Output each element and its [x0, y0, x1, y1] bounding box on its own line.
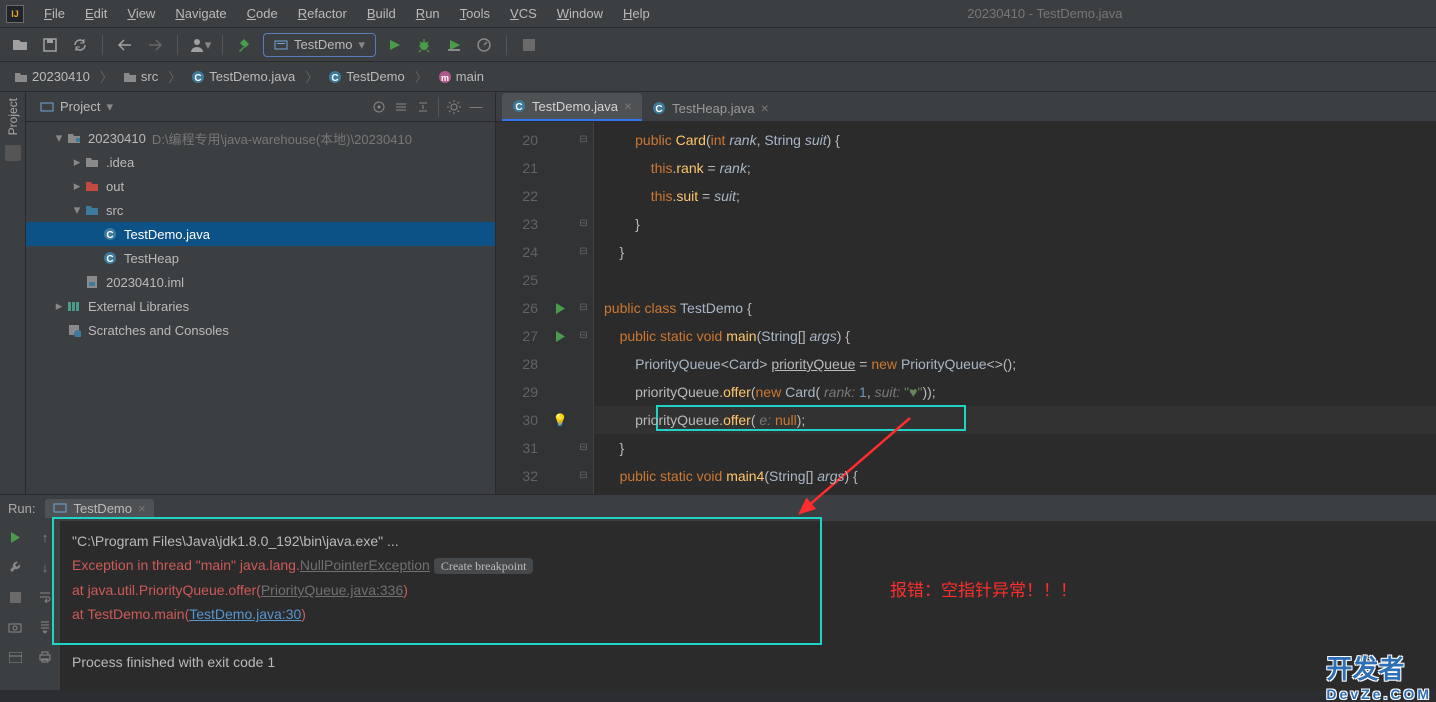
- svg-text:C: C: [106, 254, 113, 265]
- run-config-label: TestDemo: [294, 37, 353, 52]
- camera-icon[interactable]: [5, 617, 25, 637]
- menu-build[interactable]: Build: [357, 2, 406, 25]
- crumb-src[interactable]: src: [117, 67, 164, 86]
- crumb-TestDemo[interactable]: CTestDemo: [322, 67, 411, 86]
- crumb-20230410[interactable]: 20230410: [8, 67, 96, 86]
- project-view-selector[interactable]: Project ▾: [34, 97, 119, 117]
- tree-item-.idea[interactable]: ▸.idea: [26, 150, 495, 174]
- editor-area: CTestDemo.java×CTestHeap.java× 202122232…: [496, 92, 1436, 494]
- back-icon[interactable]: [113, 33, 137, 57]
- open-icon[interactable]: [8, 33, 32, 57]
- menu-file[interactable]: File: [34, 2, 75, 25]
- run-tab[interactable]: TestDemo ×: [45, 499, 153, 518]
- project-panel: Project ▾ — ▾20230410D:\编程专用\java-wareho…: [26, 92, 496, 494]
- code-content[interactable]: public Card(int rank, String suit) { thi…: [594, 122, 1436, 494]
- tree-item-TestDemo.java[interactable]: CTestDemo.java: [26, 222, 495, 246]
- tree-item-src[interactable]: ▾src: [26, 198, 495, 222]
- editor-tab-TestHeap.java[interactable]: CTestHeap.java×: [642, 95, 779, 121]
- svg-text:C: C: [332, 73, 339, 84]
- hide-icon[interactable]: —: [465, 96, 487, 118]
- breadcrumb: 20230410〉src〉CTestDemo.java〉CTestDemo〉mm…: [0, 62, 1436, 92]
- fold-column[interactable]: ⊟⊟⊟⊟⊟⊟⊟: [574, 122, 594, 494]
- window-title: 20230410 - TestDemo.java: [660, 6, 1430, 21]
- editor-tab-TestDemo.java[interactable]: CTestDemo.java×: [502, 93, 642, 121]
- crumb-TestDemo.java[interactable]: CTestDemo.java: [185, 67, 301, 86]
- collapse-all-icon[interactable]: [412, 96, 434, 118]
- editor-tabs: CTestDemo.java×CTestHeap.java×: [496, 92, 1436, 122]
- svg-text:C: C: [106, 230, 113, 241]
- tree-item-External Libraries[interactable]: ▸External Libraries: [26, 294, 495, 318]
- tree-item-TestHeap[interactable]: CTestHeap: [26, 246, 495, 270]
- menu-window[interactable]: Window: [547, 2, 613, 25]
- menu-help[interactable]: Help: [613, 2, 660, 25]
- bookmarks-tool-button[interactable]: [5, 145, 21, 161]
- coverage-icon[interactable]: [442, 33, 466, 57]
- project-tree[interactable]: ▾20230410D:\编程专用\java-warehouse(本地)\2023…: [26, 122, 495, 346]
- stop-run-icon[interactable]: [5, 587, 25, 607]
- run-label: Run:: [8, 501, 35, 516]
- svg-text:m: m: [441, 73, 449, 83]
- menu-code[interactable]: Code: [237, 2, 288, 25]
- svg-text:C: C: [656, 104, 663, 115]
- watermark: 开发者 DevZe.COM: [1326, 649, 1432, 702]
- menu-vcs[interactable]: VCS: [500, 2, 547, 25]
- user-icon[interactable]: ▾: [188, 33, 212, 57]
- layout-icon[interactable]: [5, 647, 25, 667]
- tree-item-20230410.iml[interactable]: 20230410.iml: [26, 270, 495, 294]
- run-icon[interactable]: [382, 33, 406, 57]
- stop-icon[interactable]: [517, 33, 541, 57]
- menu-edit[interactable]: Edit: [75, 2, 117, 25]
- profile-icon[interactable]: [472, 33, 496, 57]
- menu-tools[interactable]: Tools: [450, 2, 500, 25]
- print-icon[interactable]: [35, 647, 55, 667]
- gear-icon[interactable]: [443, 96, 465, 118]
- annotation-text: 报错：空指针异常！！！: [890, 576, 1077, 601]
- close-icon[interactable]: ×: [761, 100, 769, 116]
- console-output[interactable]: "C:\Program Files\Java\jdk1.8.0_192\bin\…: [60, 521, 1436, 690]
- left-tool-rail: Project: [0, 92, 26, 494]
- run-configuration-selector[interactable]: TestDemo ▾: [263, 33, 376, 57]
- sync-icon[interactable]: [68, 33, 92, 57]
- menu-navigate[interactable]: Navigate: [165, 2, 236, 25]
- svg-text:C: C: [195, 73, 202, 84]
- debug-icon[interactable]: [412, 33, 436, 57]
- save-icon[interactable]: [38, 33, 62, 57]
- close-icon[interactable]: ×: [624, 98, 632, 114]
- tree-item-out[interactable]: ▸out: [26, 174, 495, 198]
- code-editor[interactable]: 20212223242526272829303132 💡 ⊟⊟⊟⊟⊟⊟⊟ pub…: [496, 122, 1436, 494]
- app-icon: IJ: [6, 5, 24, 23]
- rerun-icon[interactable]: [5, 527, 25, 547]
- menu-bar: IJ FileEditViewNavigateCodeRefactorBuild…: [0, 0, 1436, 28]
- select-opened-file-icon[interactable]: [368, 96, 390, 118]
- tree-item-20230410[interactable]: ▾20230410D:\编程专用\java-warehouse(本地)\2023…: [26, 126, 495, 150]
- run-actions-primary: [0, 521, 30, 690]
- forward-icon[interactable]: [143, 33, 167, 57]
- gutter-icons[interactable]: 💡: [546, 122, 574, 494]
- project-tool-button[interactable]: Project: [6, 98, 20, 135]
- run-tool-window: Run: TestDemo × ↑ ↓ "C:\Program Files\Ja…: [0, 494, 1436, 690]
- menu-run[interactable]: Run: [406, 2, 450, 25]
- crumb-main[interactable]: mmain: [432, 67, 490, 86]
- expand-all-icon[interactable]: [390, 96, 412, 118]
- menu-refactor[interactable]: Refactor: [288, 2, 357, 25]
- hammer-icon[interactable]: [233, 33, 257, 57]
- menu-view[interactable]: View: [117, 2, 165, 25]
- line-number-gutter[interactable]: 20212223242526272829303132: [496, 122, 546, 494]
- tree-item-Scratches and Consoles[interactable]: Scratches and Consoles: [26, 318, 495, 342]
- svg-text:C: C: [515, 102, 522, 113]
- wrench-icon[interactable]: [5, 557, 25, 577]
- main-toolbar: ▾ TestDemo ▾: [0, 28, 1436, 62]
